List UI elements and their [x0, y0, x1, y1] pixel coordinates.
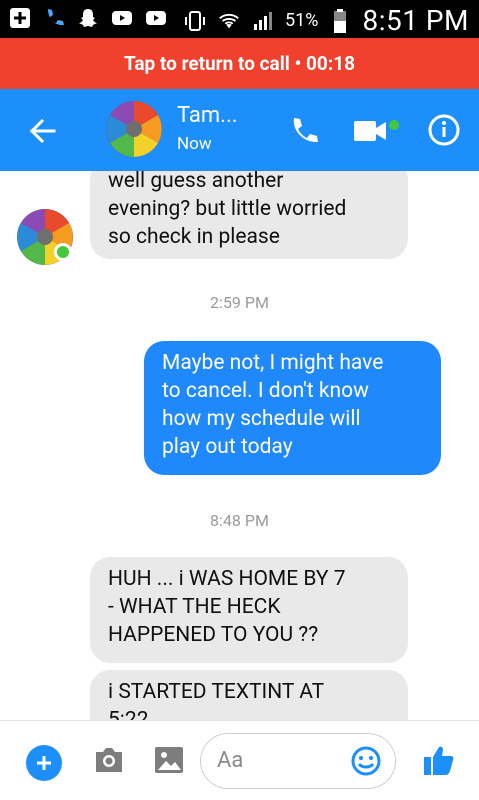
return-to-call-banner[interactable]: Tap to return to call • 00:18 [0, 38, 479, 89]
message-line: so check in please [108, 225, 280, 249]
message-incoming[interactable]: i STARTED TEXTINT AT 5:22 [90, 670, 408, 720]
thumbs-up-icon[interactable] [422, 743, 456, 777]
youtube-icon [110, 6, 134, 30]
message-composer: Aa [0, 720, 479, 800]
youtube-icon [144, 6, 168, 30]
message-line: Maybe not, I might have [162, 351, 384, 375]
battery-icon [328, 8, 352, 33]
camera-icon[interactable] [92, 745, 126, 775]
vibrate-icon [183, 9, 207, 33]
message-line: well guess another [108, 171, 284, 193]
message-line: i STARTED TEXTINT AT [108, 680, 325, 704]
back-arrow-icon[interactable] [24, 113, 60, 149]
message-incoming[interactable]: well guess another evening? but little w… [90, 171, 408, 259]
signal-icon [251, 9, 275, 33]
timestamp: 8:48 PM [210, 511, 269, 530]
battery-percent: 51% [285, 10, 319, 31]
plus-icon[interactable] [26, 745, 62, 781]
return-to-call-text: Tap to return to call • 00:18 [123, 52, 355, 75]
gallery-icon[interactable] [152, 743, 186, 777]
plus-box-icon [8, 6, 32, 30]
message-incoming[interactable]: HUH ... i WAS HOME BY 7 - WHAT THE HECK … [90, 557, 408, 663]
message-line: to cancel. I don't know [162, 379, 369, 403]
video-icon[interactable] [352, 115, 400, 147]
conversation-header: Tam... Now [0, 89, 479, 171]
message-line: - WHAT THE HECK [108, 595, 281, 619]
active-status: Now [177, 134, 212, 154]
phone-icon[interactable] [286, 113, 322, 149]
conversation-thread[interactable]: well guess another evening? but little w… [0, 171, 479, 720]
contact-name[interactable]: Tam... [177, 103, 238, 128]
snapchat-icon [76, 6, 100, 30]
message-line: HUH ... i WAS HOME BY 7 [108, 567, 346, 591]
status-time: 8:51 PM [362, 4, 469, 37]
wifi-icon [217, 9, 241, 33]
timestamp: 2:59 PM [210, 293, 269, 312]
message-line: 5:22 [108, 708, 149, 720]
emoji-icon[interactable] [350, 745, 382, 777]
message-outgoing[interactable]: Maybe not, I might have to cancel. I don… [144, 341, 441, 475]
message-input-placeholder: Aa [217, 748, 244, 773]
online-status-dot [54, 243, 72, 261]
message-line: evening? but little worried [108, 197, 347, 221]
contact-avatar[interactable] [106, 101, 162, 157]
info-icon[interactable] [427, 113, 461, 147]
message-line: play out today [162, 435, 293, 459]
message-line: HAPPENED TO YOU ?? [108, 623, 319, 647]
phone-icon [42, 6, 66, 30]
message-line: how my schedule will [162, 407, 361, 431]
status-bar: 51% 8:51 PM [0, 0, 479, 38]
